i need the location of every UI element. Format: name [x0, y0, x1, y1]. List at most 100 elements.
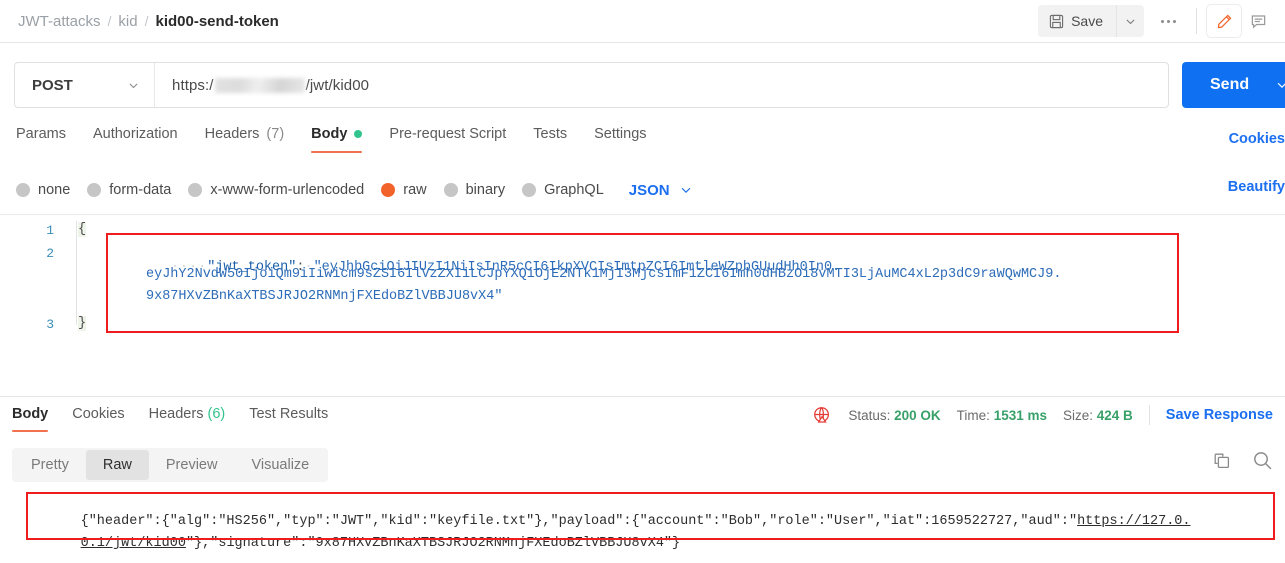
radio-icon: [443, 183, 458, 197]
network-warning-icon[interactable]: [813, 406, 832, 425]
radio-icon: [16, 183, 30, 197]
comments-button[interactable]: [1241, 5, 1275, 37]
chevron-down-icon: [1124, 15, 1137, 28]
view-mode-raw[interactable]: Raw: [85, 450, 149, 480]
save-options-button[interactable]: [1116, 5, 1144, 37]
ellipsis-icon: [1160, 19, 1176, 23]
save-response-button[interactable]: Save Response: [1166, 407, 1273, 423]
body-format-value: JSON: [628, 181, 670, 199]
response-tab-label: Headers: [148, 406, 204, 422]
send-button-label: Send: [1210, 76, 1250, 93]
send-button[interactable]: Send: [1182, 62, 1285, 108]
body-type-label: binary: [465, 182, 506, 198]
code-line-3: }: [78, 316, 87, 331]
tab-authorization[interactable]: Authorization: [93, 126, 178, 153]
comment-icon: [1250, 13, 1267, 30]
tab-label: Body: [311, 126, 348, 142]
body-type-label: none: [38, 182, 71, 198]
request-url-input[interactable]: https:/ /jwt/kid00: [155, 63, 1168, 107]
body-type-raw[interactable]: raw: [381, 182, 427, 198]
more-options-button[interactable]: [1150, 5, 1186, 37]
breadcrumb-folder[interactable]: kid: [118, 13, 137, 30]
tab-body[interactable]: Body: [311, 126, 363, 153]
save-button-group: Save: [1038, 5, 1144, 37]
body-type-graphql[interactable]: GraphQL: [522, 182, 604, 198]
radio-icon: [188, 183, 203, 197]
chevron-down-icon: [1275, 78, 1285, 92]
response-tools: [1212, 450, 1273, 471]
view-mode-visualize[interactable]: Visualize: [234, 450, 326, 480]
response-tab-headers[interactable]: Headers (6): [149, 397, 226, 432]
size-label: Size:: [1062, 407, 1093, 423]
app-header: JWT-attacks / kid / kid00-send-token Sav…: [0, 0, 1285, 43]
breadcrumb-request[interactable]: kid00-send-token: [155, 13, 278, 30]
response-tab-badge: (6): [207, 406, 226, 422]
response-tab-test-results[interactable]: Test Results: [249, 397, 328, 432]
response-tab-label: Cookies: [72, 406, 125, 422]
response-body-raw[interactable]: {"header":{"alg":"HS256","typ":"JWT","ki…: [0, 490, 1285, 563]
tab-label: Headers: [204, 126, 260, 142]
request-url-bar: POST https:/ /jwt/kid00: [14, 62, 1169, 108]
status-group: Status: 200 OK: [848, 408, 940, 423]
body-type-form-data[interactable]: form-data: [87, 182, 171, 198]
http-method-value: POST: [32, 76, 73, 94]
edit-request-button[interactable]: [1207, 5, 1241, 37]
floppy-disk-icon: [1049, 14, 1064, 29]
body-type-label: GraphQL: [544, 182, 604, 198]
radio-icon: [522, 183, 537, 197]
body-type-x-www-form-urlencoded[interactable]: x-www-form-urlencoded: [188, 182, 364, 198]
tab-pre-request-script[interactable]: Pre-request Script: [389, 126, 506, 153]
breadcrumb-separator-2: /: [144, 13, 149, 29]
response-tab-label: Body: [12, 406, 49, 422]
copy-icon[interactable]: [1212, 451, 1232, 471]
request-tabs: Params Authorization Headers (7) Body Pr…: [0, 126, 1285, 166]
size-group: Size: 424 B: [1063, 408, 1133, 423]
time-value: 1531 ms: [993, 407, 1047, 423]
size-value: 424 B: [1096, 407, 1133, 423]
view-mode-pretty[interactable]: Pretty: [14, 450, 86, 480]
line-number: 2: [46, 246, 54, 261]
http-method-select[interactable]: POST: [15, 63, 155, 107]
time-label: Time:: [956, 407, 990, 423]
tab-badge: (7): [266, 126, 285, 142]
tab-params[interactable]: Params: [16, 126, 66, 153]
response-aud-url-part1[interactable]: https://127.0.: [1077, 514, 1190, 529]
cookies-link[interactable]: Cookies: [1229, 131, 1285, 147]
postman-window: JWT-attacks / kid / kid00-send-token Sav…: [0, 0, 1285, 563]
header-divider: [1196, 8, 1197, 34]
tab-tests[interactable]: Tests: [533, 126, 567, 153]
tab-label: Pre-request Script: [389, 126, 507, 142]
body-type-label: form-data: [109, 182, 172, 198]
pencil-icon: [1216, 13, 1233, 30]
response-meta: Status: 200 OK Time: 1531 ms Size: 424 B…: [813, 405, 1273, 425]
header-actions: Save: [1038, 0, 1285, 42]
search-icon[interactable]: [1252, 450, 1273, 471]
chevron-down-icon: [127, 79, 140, 92]
breadcrumb-collection[interactable]: JWT-attacks: [18, 13, 101, 30]
url-redacted-host: [214, 77, 305, 93]
jwt-token-segment-signature: 9x87HXvZBnKaXTBSJRJO2RNMnjFXEdoBZlVBBJU8…: [146, 289, 503, 304]
body-format-select[interactable]: JSON: [629, 182, 693, 199]
body-type-none[interactable]: none: [16, 182, 70, 198]
save-button[interactable]: Save: [1038, 5, 1116, 37]
radio-icon: [87, 183, 102, 197]
status-value: 200 OK: [894, 407, 941, 423]
tab-settings[interactable]: Settings: [594, 126, 646, 153]
response-view-modes: Pretty Raw Preview Visualize: [12, 448, 329, 482]
line-number: 1: [46, 223, 54, 238]
tab-headers[interactable]: Headers (7): [205, 126, 285, 153]
view-mode-preview[interactable]: Preview: [149, 450, 235, 480]
tab-label: Params: [16, 126, 66, 142]
time-group: Time: 1531 ms: [957, 408, 1047, 423]
meta-divider: [1148, 405, 1150, 425]
url-prefix: https:/: [172, 76, 214, 94]
beautify-link[interactable]: Beautify: [1228, 179, 1285, 195]
response-aud-url-part2[interactable]: 0.1/jwt/kid00: [81, 536, 186, 551]
response-tab-cookies[interactable]: Cookies: [72, 397, 124, 432]
editor-code-area[interactable]: { ····"jwt_token":·"eyJhbGciOiJIUzI1NiIs…: [74, 215, 1285, 392]
response-tab-label: Test Results: [249, 406, 329, 422]
response-tab-body[interactable]: Body: [12, 397, 49, 432]
request-body-editor[interactable]: 1 2 3 { ····"jwt_token":·"eyJhbGciOiJIUz…: [0, 214, 1285, 392]
body-type-binary[interactable]: binary: [443, 182, 506, 198]
line-number: 3: [46, 317, 54, 332]
